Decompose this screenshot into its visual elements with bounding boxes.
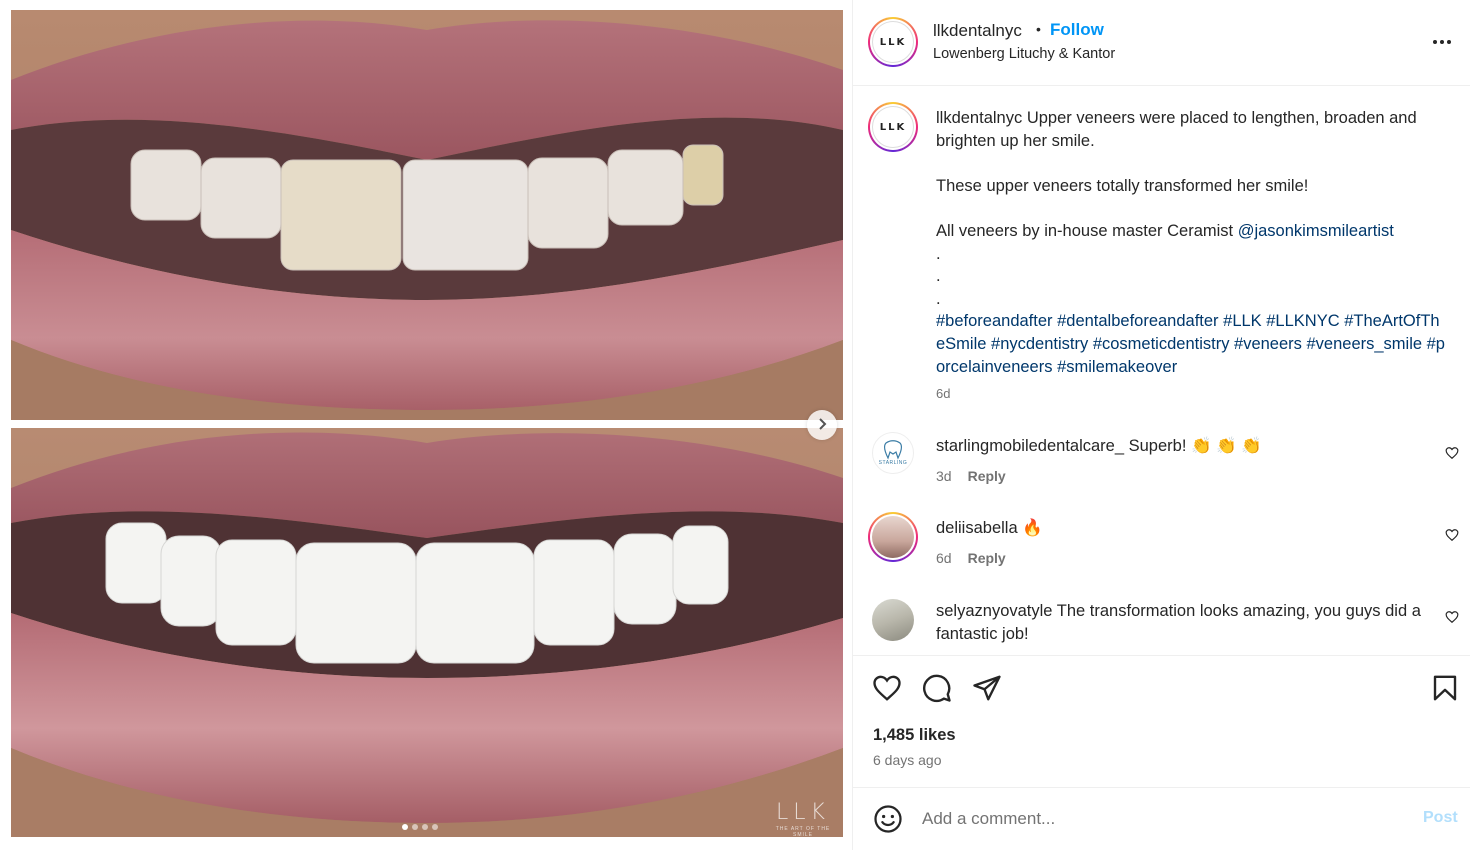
comment-body: selyaznyovatyle The transformation looks… xyxy=(936,600,1426,645)
save-button[interactable] xyxy=(1429,673,1461,705)
next-slide-button[interactable] xyxy=(807,410,837,440)
caption-dot: . xyxy=(936,267,941,286)
comment-username[interactable]: deliisabella xyxy=(936,519,1018,537)
avatar-logo: LLK xyxy=(872,21,914,63)
emoji-icon xyxy=(873,805,903,837)
carousel-indicator xyxy=(402,824,438,830)
caption-text: llkdentalnyc Upper veneers were placed t… xyxy=(936,107,1446,378)
post-header: LLK llkdentalnyc • Follow Lowenberg Litu… xyxy=(853,0,1470,86)
caption-line: These upper veneers totally transformed … xyxy=(936,176,1309,195)
heart-icon xyxy=(1445,611,1459,627)
reply-button[interactable]: Reply xyxy=(968,468,1006,484)
author-username[interactable]: llkdentalnyc xyxy=(933,21,1022,41)
carousel-dot xyxy=(402,824,408,830)
follow-button[interactable]: Follow xyxy=(1050,20,1104,40)
comment-like-button[interactable] xyxy=(1444,446,1460,462)
more-options-button[interactable] xyxy=(1429,30,1455,54)
after-photo xyxy=(11,428,843,837)
comment-text: Superb! 👏 👏 👏 xyxy=(1128,437,1262,455)
comment-meta: 6d Reply xyxy=(936,550,1006,566)
post-time: 6 days ago xyxy=(873,752,942,768)
photo-divider xyxy=(11,420,843,428)
carousel-dot xyxy=(422,824,428,830)
comment-button[interactable] xyxy=(921,673,953,705)
watermark-tagline: THE ART OF THE SMILE xyxy=(775,826,831,838)
chevron-right-icon xyxy=(816,417,828,433)
mention-link[interactable]: @jasonkimsmileartist xyxy=(1238,222,1394,240)
caption-time: 6d xyxy=(936,386,951,401)
post-details-pane: LLK llkdentalnyc • Follow Lowenberg Litu… xyxy=(852,0,1470,850)
comment-username[interactable]: starlingmobiledentalcare_ xyxy=(936,437,1124,455)
heart-icon xyxy=(1445,529,1459,545)
carousel-dot xyxy=(412,824,418,830)
avatar-logo: LLK xyxy=(872,106,914,148)
caption-dot: . xyxy=(936,289,941,308)
comment-body: starlingmobiledentalcare_ Superb! 👏 👏 👏 xyxy=(936,435,1426,458)
comment-time: 6d xyxy=(936,550,952,566)
emoji-button[interactable] xyxy=(873,804,903,834)
caption-avatar[interactable]: LLK xyxy=(868,102,918,152)
action-bar: 1,485 likes 6 days ago xyxy=(853,655,1470,787)
comment-like-button[interactable] xyxy=(1444,528,1460,544)
comment-username[interactable]: selyaznyovatyle xyxy=(936,602,1052,620)
separator-dot: • xyxy=(1036,21,1041,37)
heart-icon xyxy=(872,675,902,706)
location-link[interactable]: Lowenberg Lituchy & Kantor xyxy=(933,46,1115,62)
reply-button[interactable]: Reply xyxy=(968,550,1006,566)
author-avatar[interactable]: LLK xyxy=(868,17,918,67)
likes-count[interactable]: 1,485 likes xyxy=(873,726,956,745)
commenter-avatar[interactable] xyxy=(868,512,918,562)
comment-text: 🔥 xyxy=(1022,519,1043,537)
like-button[interactable] xyxy=(871,673,903,705)
caption-dot: . xyxy=(936,244,941,263)
hashtags[interactable]: #beforeandafter #dentalbeforeandafter #L… xyxy=(936,310,1446,378)
heart-icon xyxy=(1445,447,1459,463)
comment-time: 3d xyxy=(936,468,952,484)
commenter-avatar[interactable]: STARLING xyxy=(872,432,914,474)
avatar-photo xyxy=(872,516,914,558)
comment-input[interactable] xyxy=(922,805,1402,833)
add-comment-bar: Post xyxy=(853,787,1470,850)
commenter-avatar[interactable] xyxy=(872,599,914,641)
more-horizontal-icon xyxy=(1430,40,1454,57)
bookmark-icon xyxy=(1430,675,1460,706)
caption-line: All veneers by in-house master Ceramist xyxy=(936,221,1234,240)
comment-body: deliisabella 🔥 xyxy=(936,517,1426,540)
caption-username[interactable]: llkdentalnyc xyxy=(936,109,1022,127)
share-icon xyxy=(972,675,1002,706)
watermark: LLK THE ART OF THE SMILE xyxy=(768,800,838,838)
post-comment-button[interactable]: Post xyxy=(1423,809,1458,827)
comment-meta: 3d Reply xyxy=(936,468,1006,484)
comment-like-button[interactable] xyxy=(1444,610,1460,626)
share-button[interactable] xyxy=(971,673,1003,705)
comment-icon xyxy=(922,674,952,706)
avatar-caption: STARLING xyxy=(878,460,908,466)
carousel-dot xyxy=(432,824,438,830)
before-photo xyxy=(11,10,843,420)
watermark-logo: LLK xyxy=(776,800,830,825)
post-media: LLK THE ART OF THE SMILE xyxy=(0,0,852,850)
tooth-logo-icon xyxy=(883,440,903,460)
